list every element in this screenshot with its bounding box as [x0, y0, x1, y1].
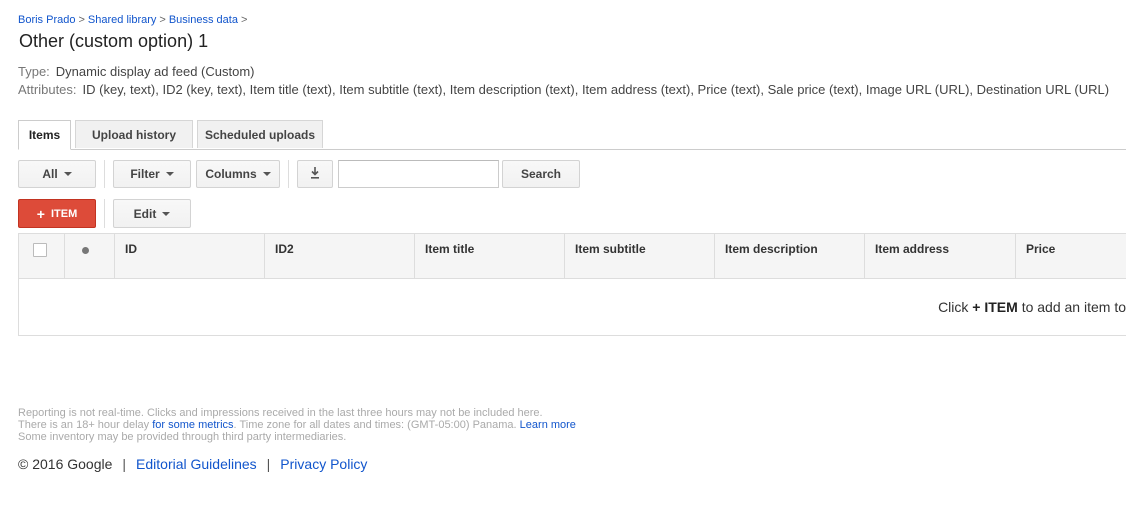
filter-label: Filter [130, 167, 160, 181]
column-header-item-title[interactable]: Item title [415, 234, 565, 278]
footnote-line-2: There is an 18+ hour delay for some metr… [18, 419, 576, 431]
tab-upload-history[interactable]: Upload history [75, 120, 193, 148]
attributes-value: ID (key, text), ID2 (key, text), Item ti… [82, 82, 1110, 97]
empty-table-message: Click + ITEM to add an item to [938, 299, 1126, 315]
breadcrumb-link-account[interactable]: Boris Prado [18, 14, 75, 26]
feed-attributes: Attributes: ID (key, text), ID2 (key, tex… [18, 82, 1109, 97]
edit-label: Edit [133, 206, 157, 221]
for-some-metrics-link[interactable]: for some metrics [152, 419, 233, 431]
search-button[interactable]: Search [502, 160, 580, 188]
breadcrumb-separator: > [240, 14, 248, 26]
column-header-id[interactable]: ID [115, 234, 265, 278]
attributes-label: Attributes: [18, 82, 77, 97]
status-column [65, 234, 115, 278]
select-all-checkbox[interactable] [33, 243, 47, 257]
toolbar-divider [104, 160, 105, 188]
breadcrumb-link-business-data[interactable]: Business data [169, 14, 238, 26]
privacy-policy-link[interactable]: Privacy Policy [280, 456, 367, 472]
toolbar-divider [288, 160, 289, 188]
breadcrumb-separator: > [159, 14, 166, 26]
page-title: Other (custom option) 1 [19, 31, 209, 51]
download-button[interactable] [297, 160, 333, 188]
footer-separator: | [266, 456, 271, 472]
breadcrumb-separator: > [78, 14, 85, 26]
tab-items[interactable]: Items [18, 120, 71, 150]
tab-strip: Items Upload history Scheduled uploads [18, 120, 1126, 150]
column-header-item-subtitle[interactable]: Item subtitle [565, 234, 715, 278]
footnote-timezone-text: . Time zone for all dates and times: (GM… [233, 419, 517, 431]
search-input[interactable] [338, 160, 499, 188]
chevron-down-icon [63, 172, 72, 176]
table-header: ID ID2 Item title Item subtitle Item des… [19, 234, 1126, 279]
tab-scheduled-uploads[interactable]: Scheduled uploads [197, 120, 323, 148]
all-label: All [42, 167, 58, 181]
learn-more-link[interactable]: Learn more [520, 419, 576, 431]
footnote-line-1: Reporting is not real-time. Clicks and i… [18, 407, 543, 419]
filter-dropdown[interactable]: Filter [113, 160, 191, 188]
footnote-line-3: Some inventory may be provided through t… [18, 431, 347, 443]
columns-dropdown[interactable]: Columns [196, 160, 280, 188]
breadcrumb: Boris Prado > Shared library > Business data… [18, 14, 250, 26]
items-table: ID ID2 Item title Item subtitle Item des… [18, 233, 1126, 336]
status-dot-icon [82, 247, 89, 254]
all-dropdown[interactable]: All [18, 160, 96, 188]
download-icon [310, 166, 320, 182]
type-value: Dynamic display ad feed (Custom) [55, 64, 255, 79]
type-label: Type: [18, 64, 50, 79]
reporting-footnote: Reporting is not real-time. Clicks and i… [18, 407, 576, 443]
editorial-guidelines-link[interactable]: Editorial Guidelines [136, 456, 257, 472]
add-item-button[interactable]: + ITEM [18, 199, 96, 228]
column-header-item-description[interactable]: Item description [715, 234, 865, 278]
add-item-label: ITEM [50, 207, 78, 220]
edit-dropdown[interactable]: Edit [113, 199, 191, 228]
columns-label: Columns [205, 167, 257, 181]
plus-icon: + [36, 205, 45, 222]
page-footer: © 2016 Google | Editorial Guidelines | Priva… [18, 456, 367, 472]
chevron-down-icon [162, 211, 171, 216]
chevron-down-icon [262, 172, 271, 176]
empty-message-prefix: Click [938, 299, 969, 315]
select-all-column [19, 234, 65, 278]
footnote-delay-text: There is an 18+ hour delay [18, 419, 150, 431]
footer-separator: | [122, 456, 127, 472]
empty-message-suffix: to add an item to [1021, 299, 1126, 315]
feed-type: Type: Dynamic display ad feed (Custom) [18, 64, 255, 79]
empty-message-item-link[interactable]: + ITEM [972, 299, 1018, 315]
copyright: © 2016 Google [18, 456, 113, 472]
toolbar-divider [104, 199, 105, 228]
column-header-price[interactable]: Price [1016, 234, 1126, 278]
chevron-down-icon [165, 172, 174, 176]
column-header-id2[interactable]: ID2 [265, 234, 415, 278]
column-header-item-address[interactable]: Item address [865, 234, 1016, 278]
breadcrumb-link-shared-library[interactable]: Shared library [88, 14, 156, 26]
